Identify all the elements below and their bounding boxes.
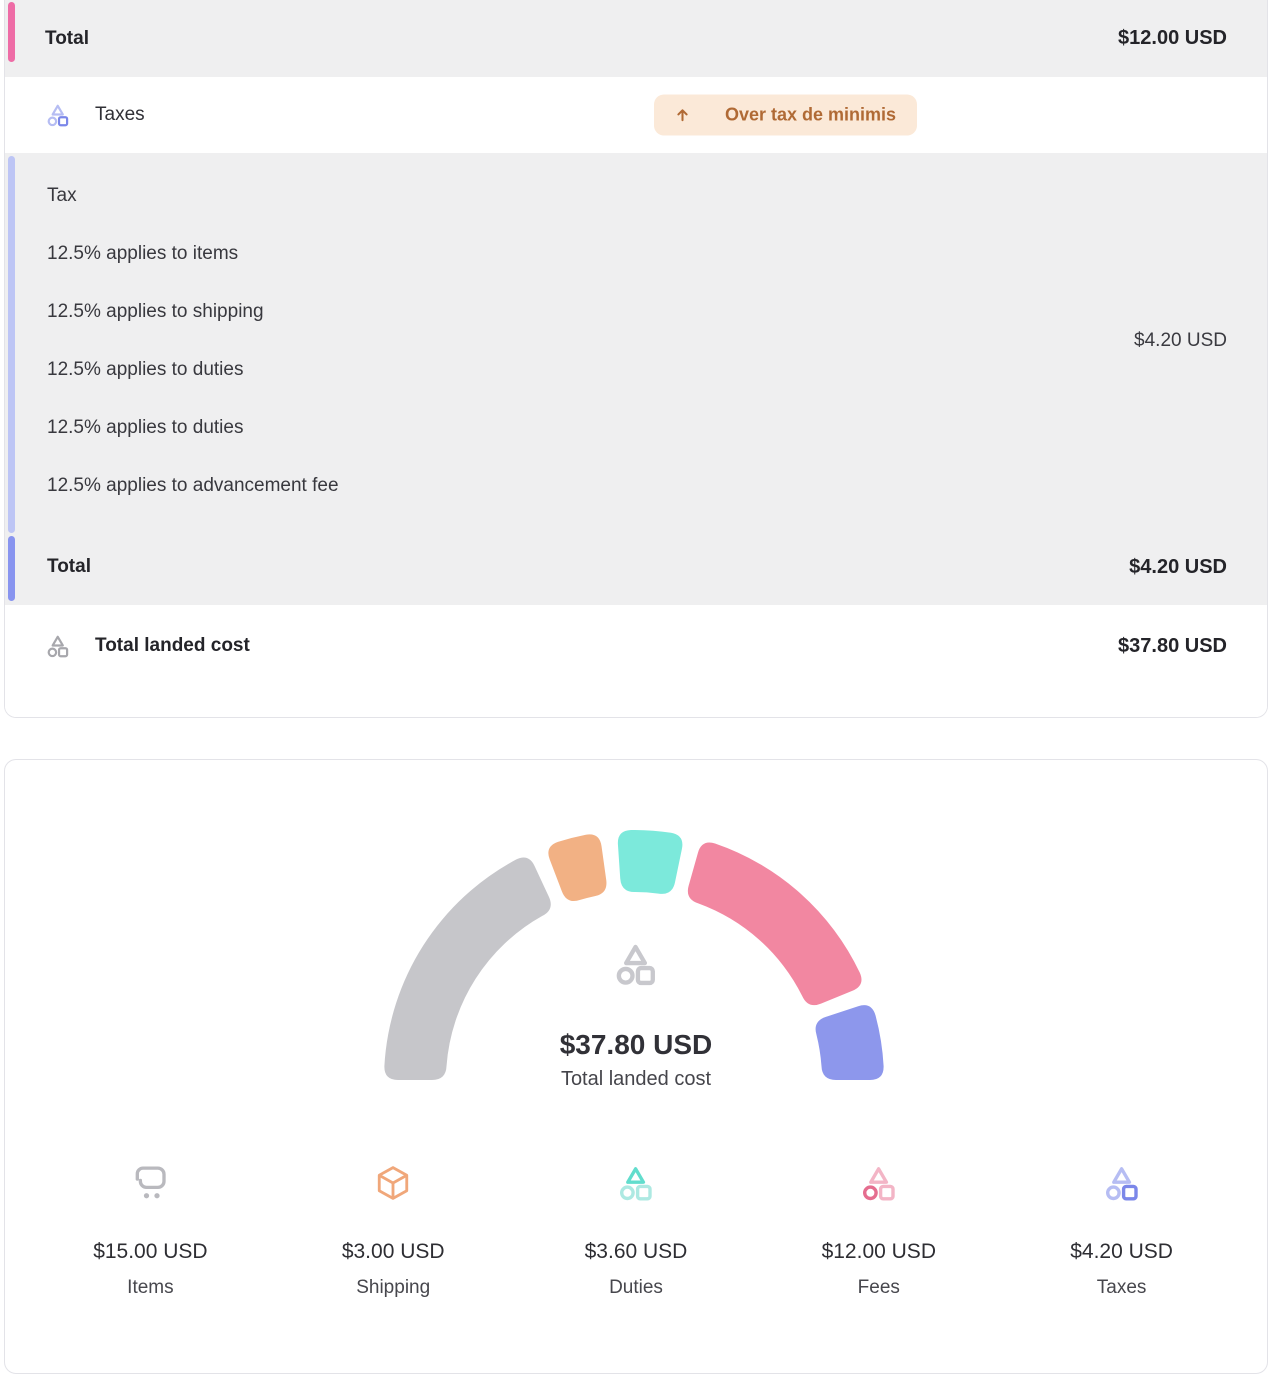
- legend-item-duties: $3.60 USD Duties: [515, 1162, 758, 1299]
- gauge-arc: [5, 830, 1267, 1160]
- tax-detail-section: Tax12.5% applies to items12.5% applies t…: [5, 153, 1267, 605]
- legend-item-taxes: $4.20 USD Taxes: [1000, 1162, 1243, 1299]
- legend-amount: $15.00 USD: [29, 1240, 272, 1264]
- tax-rule-line: 12.5% applies to duties: [47, 399, 1134, 457]
- tax-detail-lines: Tax12.5% applies to items12.5% applies t…: [47, 167, 1134, 515]
- tax-detail-amount: $4.20 USD: [1134, 330, 1227, 352]
- fees-total-label: Total: [45, 28, 89, 50]
- legend-item-shipping: $3.00 USD Shipping: [272, 1162, 515, 1299]
- taxes-shapes-icon: [45, 102, 71, 128]
- tax-accent-bar-light: [8, 156, 15, 533]
- legend-label: Items: [29, 1277, 272, 1299]
- taxes-label: Taxes: [95, 104, 145, 126]
- legend-amount: $3.00 USD: [272, 1240, 515, 1264]
- gauge-segment-duties: [618, 830, 683, 894]
- gauge-segment-fees: [688, 843, 862, 1006]
- tax-total-row: Total $4.20 USD: [5, 515, 1267, 605]
- shapes-square-icon: [1000, 1162, 1243, 1204]
- legend-label: Duties: [515, 1277, 758, 1299]
- tax-rule-line: 12.5% applies to items: [47, 225, 1134, 283]
- cart-icon: [29, 1162, 272, 1204]
- arrow-up-icon: [675, 108, 690, 123]
- landed-cost-page: Total $12.00 USD Taxes Over tax de minim…: [0, 0, 1280, 1382]
- gauge-segment-shipping: [548, 834, 606, 901]
- chart-legend: $15.00 USD Items $3.00 USD Shipping $3.6…: [5, 1162, 1267, 1299]
- cost-breakdown-card: Total $12.00 USD Taxes Over tax de minim…: [4, 0, 1268, 718]
- landed-cost-chart-card: $37.80 USD Total landed cost $15.00 USD …: [4, 759, 1268, 1374]
- fees-total-amount: $12.00 USD: [1118, 27, 1227, 50]
- fees-total-row: Total $12.00 USD: [5, 0, 1267, 77]
- tax-total-label: Total: [47, 556, 91, 578]
- legend-label: Taxes: [1000, 1277, 1243, 1299]
- legend-amount: $12.00 USD: [757, 1240, 1000, 1264]
- gauge-chart: $37.80 USD Total landed cost: [5, 830, 1267, 1160]
- legend-item-items: $15.00 USD Items: [29, 1162, 272, 1299]
- tax-rule-line: 12.5% applies to advancement fee: [47, 457, 1134, 515]
- legend-amount: $3.60 USD: [515, 1240, 758, 1264]
- shapes-triangle-icon: [515, 1162, 758, 1204]
- over-de-minimis-badge: Over tax de minimis: [654, 95, 917, 136]
- landed-cost-label: Total landed cost: [95, 635, 250, 657]
- fees-accent-bar: [8, 2, 15, 62]
- tax-rule-line: 12.5% applies to shipping: [47, 283, 1134, 341]
- tax-accent-bar-dark: [8, 536, 15, 601]
- landed-cost-amount: $37.80 USD: [1118, 635, 1227, 658]
- legend-label: Shipping: [272, 1277, 515, 1299]
- landed-cost-row: Total landed cost $37.80 USD: [5, 605, 1267, 717]
- taxes-header-row[interactable]: Taxes Over tax de minimis: [5, 77, 1267, 153]
- legend-amount: $4.20 USD: [1000, 1240, 1243, 1264]
- legend-label: Fees: [757, 1277, 1000, 1299]
- tax-detail-body: Tax12.5% applies to items12.5% applies t…: [5, 153, 1267, 515]
- tax-rule-line: 12.5% applies to duties: [47, 341, 1134, 399]
- badge-label: Over tax de minimis: [725, 105, 896, 126]
- shapes-circle-icon: [757, 1162, 1000, 1204]
- tax-total-amount: $4.20 USD: [1129, 556, 1227, 579]
- gauge-segment-items: [384, 857, 550, 1080]
- tax-rule-line: Tax: [47, 167, 1134, 225]
- gauge-segment-taxes: [816, 1005, 884, 1080]
- legend-item-fees: $12.00 USD Fees: [757, 1162, 1000, 1299]
- landed-cost-shapes-icon: [45, 633, 71, 659]
- package-icon: [272, 1162, 515, 1204]
